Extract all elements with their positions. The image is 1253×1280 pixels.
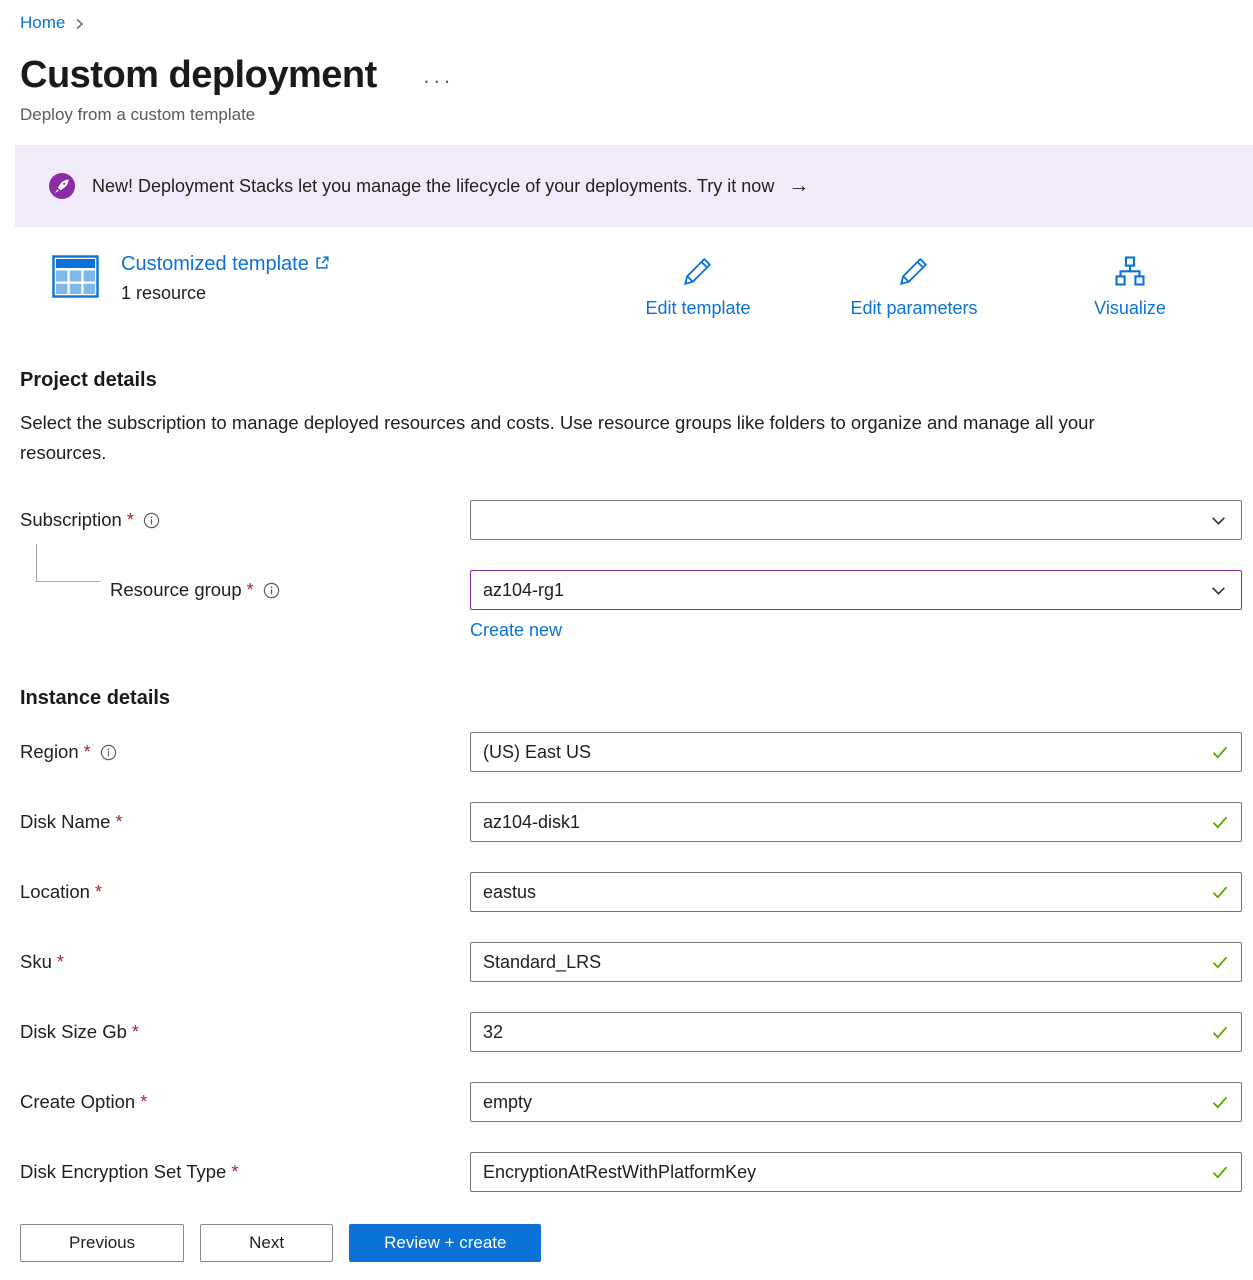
- required-asterisk: *: [84, 742, 91, 763]
- info-icon[interactable]: [143, 512, 160, 529]
- chevron-down-icon: [1210, 512, 1227, 529]
- breadcrumb: Home: [20, 10, 1242, 36]
- disk-name-label: Disk Name: [20, 811, 110, 833]
- title-row: Custom deployment ···: [20, 54, 1242, 97]
- project-details-heading: Project details: [20, 369, 1242, 392]
- required-asterisk: *: [247, 580, 254, 601]
- edit-template-label: Edit template: [645, 298, 750, 319]
- visualize-button[interactable]: Visualize: [1060, 253, 1200, 319]
- disk-name-label-cell: Disk Name *: [20, 811, 470, 833]
- required-asterisk: *: [132, 1022, 139, 1043]
- visualize-icon: [1112, 253, 1148, 292]
- disk-size-control: [470, 1012, 1242, 1052]
- required-asterisk: *: [140, 1092, 147, 1113]
- create-option-label: Create Option: [20, 1091, 135, 1113]
- customized-template-link[interactable]: Customized template: [121, 253, 330, 276]
- page-subtitle: Deploy from a custom template: [20, 105, 1242, 125]
- resource-group-row: Resource group * az104-rg1 Create new: [20, 570, 1242, 641]
- create-option-control: [470, 1082, 1242, 1122]
- custom-deployment-page: Home Custom deployment ··· Deploy from a…: [0, 0, 1253, 1192]
- next-button[interactable]: Next: [200, 1224, 333, 1262]
- chevron-down-icon: [1210, 582, 1227, 599]
- disk-encryption-control: [470, 1152, 1242, 1192]
- more-options-button[interactable]: ···: [423, 68, 454, 94]
- sku-row: Sku *: [20, 942, 1242, 982]
- location-label-cell: Location *: [20, 881, 470, 903]
- resource-group-control: az104-rg1 Create new: [470, 570, 1242, 641]
- project-details-description: Select the subscription to manage deploy…: [20, 408, 1170, 468]
- disk-name-row: Disk Name *: [20, 802, 1242, 842]
- region-label-cell: Region *: [20, 741, 470, 763]
- visualize-label: Visualize: [1094, 298, 1166, 319]
- deployment-stacks-banner: New! Deployment Stacks let you manage th…: [15, 145, 1253, 227]
- required-asterisk: *: [231, 1162, 238, 1183]
- create-option-label-cell: Create Option *: [20, 1091, 470, 1113]
- disk-encryption-input[interactable]: [470, 1152, 1242, 1192]
- template-link-label: Customized template: [121, 253, 309, 276]
- previous-button[interactable]: Previous: [20, 1224, 184, 1262]
- arrow-right-icon[interactable]: →: [788, 174, 809, 198]
- info-icon[interactable]: [100, 744, 117, 761]
- required-asterisk: *: [95, 882, 102, 903]
- disk-encryption-label-cell: Disk Encryption Set Type *: [20, 1161, 470, 1183]
- footer-action-bar: Previous Next Review + create: [0, 1206, 1253, 1280]
- disk-size-row: Disk Size Gb *: [20, 1012, 1242, 1052]
- location-input[interactable]: [470, 872, 1242, 912]
- disk-encryption-set-type-row: Disk Encryption Set Type *: [20, 1152, 1242, 1192]
- region-input[interactable]: [470, 732, 1242, 772]
- external-link-icon: [315, 253, 330, 276]
- page-title: Custom deployment: [20, 54, 377, 97]
- project-details-section: Project details Select the subscription …: [20, 369, 1242, 641]
- region-label: Region: [20, 741, 79, 763]
- resource-count: 1 resource: [121, 283, 330, 304]
- sku-input[interactable]: [470, 942, 1242, 982]
- edit-parameters-button[interactable]: Edit parameters: [844, 253, 984, 319]
- location-row: Location *: [20, 872, 1242, 912]
- region-control: [470, 732, 1242, 772]
- pencil-icon: [896, 253, 932, 292]
- instance-details-heading: Instance details: [20, 687, 1242, 710]
- create-option-input[interactable]: [470, 1082, 1242, 1122]
- template-summary: Customized template 1 resource Edit temp…: [52, 253, 1242, 319]
- banner-message: New! Deployment Stacks let you manage th…: [92, 176, 774, 197]
- disk-name-input[interactable]: [470, 802, 1242, 842]
- disk-name-control: [470, 802, 1242, 842]
- template-info: Customized template 1 resource: [121, 253, 330, 304]
- instance-details-section: Instance details Region * Disk Name *: [20, 687, 1242, 1192]
- required-asterisk: *: [127, 510, 134, 531]
- rocket-icon: [48, 172, 76, 200]
- info-icon[interactable]: [263, 582, 280, 599]
- breadcrumb-home-link[interactable]: Home: [20, 13, 65, 33]
- disk-size-label-cell: Disk Size Gb *: [20, 1021, 470, 1043]
- resource-group-value: az104-rg1: [483, 580, 564, 601]
- template-icon: [52, 255, 99, 298]
- create-new-link[interactable]: Create new: [470, 620, 562, 641]
- sku-label: Sku: [20, 951, 52, 973]
- location-control: [470, 872, 1242, 912]
- template-actions: Edit template Edit parameters Visualize: [628, 253, 1200, 319]
- disk-size-input[interactable]: [470, 1012, 1242, 1052]
- subscription-control: [470, 500, 1242, 540]
- sku-control: [470, 942, 1242, 982]
- pencil-icon: [680, 253, 716, 292]
- chevron-right-icon: [73, 18, 85, 30]
- subscription-select[interactable]: [470, 500, 1242, 540]
- subscription-label: Subscription: [20, 509, 122, 531]
- resource-group-label: Resource group: [110, 579, 242, 601]
- edit-parameters-label: Edit parameters: [850, 298, 977, 319]
- required-asterisk: *: [57, 952, 64, 973]
- connector-line: [36, 544, 100, 582]
- create-option-row: Create Option *: [20, 1082, 1242, 1122]
- location-label: Location: [20, 881, 90, 903]
- sku-label-cell: Sku *: [20, 951, 470, 973]
- edit-template-button[interactable]: Edit template: [628, 253, 768, 319]
- subscription-row: Subscription *: [20, 500, 1242, 540]
- disk-encryption-label: Disk Encryption Set Type: [20, 1161, 226, 1183]
- region-row: Region *: [20, 732, 1242, 772]
- subscription-label-cell: Subscription *: [20, 509, 470, 531]
- disk-size-label: Disk Size Gb: [20, 1021, 127, 1043]
- review-create-button[interactable]: Review + create: [349, 1224, 541, 1262]
- resource-group-select[interactable]: az104-rg1: [470, 570, 1242, 610]
- required-asterisk: *: [115, 812, 122, 833]
